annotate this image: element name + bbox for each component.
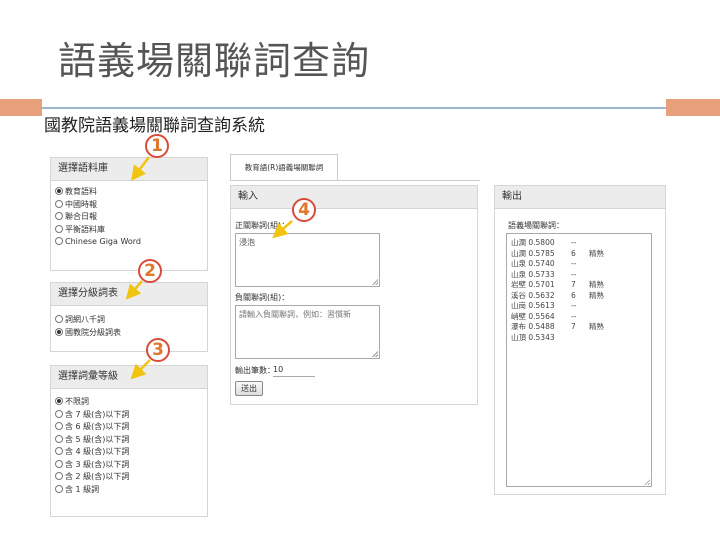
annotation-arrows bbox=[125, 156, 293, 380]
marker-1: 1 bbox=[145, 134, 169, 158]
arrow-3 bbox=[130, 359, 151, 380]
marker-2: 2 bbox=[138, 259, 162, 283]
arrow-1 bbox=[131, 156, 150, 181]
marker-3: 3 bbox=[146, 338, 170, 362]
arrow-2 bbox=[125, 280, 143, 300]
arrow-4 bbox=[272, 220, 293, 239]
marker-4: 4 bbox=[292, 198, 316, 222]
